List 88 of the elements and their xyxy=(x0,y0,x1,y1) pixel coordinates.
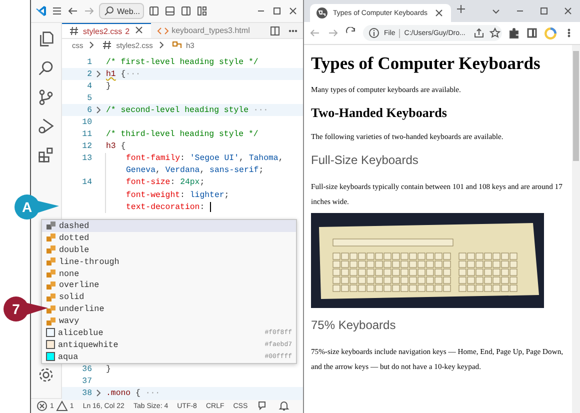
step-callout: A xyxy=(14,194,60,220)
code-line: h1 {··· xyxy=(106,70,140,79)
fold-chevron-icon[interactable] xyxy=(96,106,102,114)
scrollbar[interactable] xyxy=(572,45,580,413)
sidebar-icon[interactable] xyxy=(526,27,538,39)
line-number: 13 xyxy=(81,154,92,164)
star-icon[interactable] xyxy=(489,27,502,39)
line-number: 14 xyxy=(81,178,92,188)
code-line: Geneva, Verdana, sans-serif; xyxy=(126,166,264,176)
fold-chevron-icon[interactable] xyxy=(96,70,102,78)
settings-icon[interactable] xyxy=(38,367,54,383)
info-icon xyxy=(368,27,380,39)
code-line: .mono { ··· xyxy=(106,388,160,398)
suggestion-item[interactable]: none xyxy=(42,268,296,280)
close-icon xyxy=(132,24,145,36)
split-layout-icon[interactable] xyxy=(180,5,192,17)
maximize-icon[interactable] xyxy=(538,5,550,17)
line-number: 36 xyxy=(81,364,92,374)
puzzle-icon[interactable] xyxy=(508,27,520,39)
bell-icon[interactable] xyxy=(278,400,290,412)
suggestion-item[interactable]: overline xyxy=(42,279,296,292)
code-line: /* third-level heading style */ xyxy=(106,130,258,140)
hash-icon xyxy=(68,25,80,37)
line-number: 12 xyxy=(81,142,92,152)
keyword-icon xyxy=(46,292,56,302)
menu-icon[interactable] xyxy=(51,5,63,17)
fold-chevron-icon[interactable] xyxy=(96,389,102,398)
extensions-icon[interactable] xyxy=(38,147,54,163)
line-number: 1 xyxy=(86,58,92,67)
hash-icon xyxy=(101,39,114,51)
editor-tab[interactable]: styles2.css 2 xyxy=(62,23,151,38)
line-number: 11 xyxy=(81,130,92,140)
line-number: 6 xyxy=(86,106,92,115)
symbol-icon xyxy=(170,39,183,51)
line-number: 38 xyxy=(81,388,92,398)
line-number: 10 xyxy=(81,118,92,128)
code-line: /* second-level heading style ··· xyxy=(106,106,268,115)
maximize-icon[interactable] xyxy=(271,5,283,17)
keyword-icon xyxy=(46,280,56,290)
split-editor-icon[interactable] xyxy=(269,24,281,36)
code-line: /* first-level heading style */ xyxy=(106,58,258,67)
branch-icon[interactable] xyxy=(38,89,54,105)
keyword-icon xyxy=(46,245,56,254)
suggestion-item[interactable]: dashed xyxy=(42,220,296,232)
search-field[interactable]: Web... xyxy=(99,3,144,19)
close-icon[interactable] xyxy=(562,5,574,17)
suggestion-item[interactable]: line-through xyxy=(42,256,296,268)
subsection-heading: Full-Size Keyboards xyxy=(311,153,420,167)
share-icon[interactable] xyxy=(473,27,486,39)
sidebar-layout-icon[interactable] xyxy=(148,5,160,17)
suggestion-item[interactable]: double xyxy=(42,244,296,256)
step-callout: 7 xyxy=(3,296,49,322)
page-heading: Types of Computer Keyboards xyxy=(311,53,542,74)
error-icon xyxy=(36,400,48,412)
search-icon xyxy=(103,5,115,17)
code-line: } xyxy=(106,364,111,374)
search-icon[interactable] xyxy=(38,60,54,76)
code-line: font-size: 24px; xyxy=(126,178,205,188)
code-line: font-family: 'Segoe UI', Tahoma, xyxy=(126,154,284,164)
close-icon xyxy=(432,7,445,19)
new-tab-icon[interactable] xyxy=(454,3,467,15)
profile-avatar[interactable] xyxy=(544,26,557,40)
keyword-icon xyxy=(46,316,56,326)
keyword-icon xyxy=(46,269,56,278)
app-logo-icon[interactable] xyxy=(35,5,47,17)
customize-layout-icon[interactable] xyxy=(196,5,208,17)
keyword-icon xyxy=(46,304,56,314)
keyword-icon xyxy=(46,257,56,266)
line-number: 37 xyxy=(81,376,92,386)
line-number: 4 xyxy=(86,82,92,91)
code-line: } xyxy=(106,82,111,91)
code-line: h3 { xyxy=(106,142,126,152)
code-brackets-icon xyxy=(156,24,169,36)
suggestion-item[interactable]: dotted xyxy=(42,232,296,244)
files-icon[interactable] xyxy=(38,31,54,47)
warning-icon xyxy=(56,400,68,412)
back-arrow-icon[interactable] xyxy=(67,5,79,17)
editor-tab[interactable]: keyboard_types3.html xyxy=(150,23,256,38)
line-number: 5 xyxy=(86,94,92,103)
close-icon[interactable] xyxy=(287,5,299,17)
code-line: text-decoration: xyxy=(126,202,206,212)
code-line: font-weight: lighter; xyxy=(126,190,230,200)
panel-layout-icon[interactable] xyxy=(164,5,176,17)
keyword-icon xyxy=(46,221,56,230)
section-heading: Two-Handed Keyboards xyxy=(311,105,448,121)
subsection-heading: 75% Keyboards xyxy=(311,318,397,332)
line-number: 2 xyxy=(86,70,92,79)
keyword-icon xyxy=(46,233,56,242)
